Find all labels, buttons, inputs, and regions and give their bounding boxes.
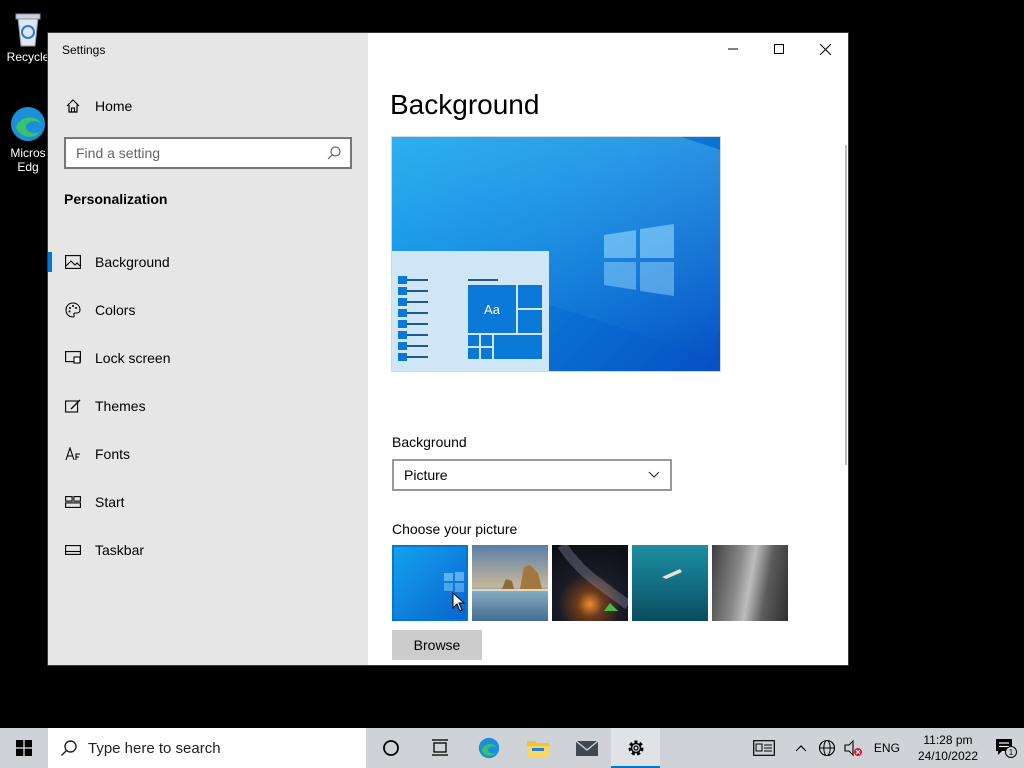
close-button[interactable]: [802, 33, 848, 65]
swimmer-image: [662, 569, 682, 579]
taskbar: Type here to search ENG 11:28 pm 24/10/2…: [0, 728, 1024, 768]
globe-icon: [818, 739, 835, 757]
minimize-icon: [728, 48, 738, 50]
notification-count: 1: [1009, 748, 1014, 757]
show-hidden-icons-button[interactable]: [789, 728, 813, 768]
start-icon: [64, 494, 82, 510]
sidebar-item-lock-screen[interactable]: Lock screen: [48, 334, 368, 382]
system-tray: ENG 11:28 pm 24/10/2022 1: [751, 728, 1024, 768]
search-icon: [61, 740, 77, 756]
home-icon: [65, 98, 81, 114]
dropdown-value: Picture: [404, 467, 448, 483]
taskbar-settings-button[interactable]: [611, 728, 660, 768]
rock-formation-image: [472, 565, 548, 591]
settings-search-input[interactable]: [66, 145, 326, 161]
sidebar-item-start[interactable]: Start: [48, 478, 368, 526]
volume-button[interactable]: [841, 728, 865, 768]
preview-tiles: Aa: [468, 285, 543, 371]
sidebar-item-home[interactable]: Home: [48, 91, 368, 121]
gear-icon: [628, 740, 643, 756]
sidebar-item-label: Home: [95, 98, 133, 114]
mail-icon: [575, 740, 598, 756]
action-center-button[interactable]: 1: [988, 728, 1024, 768]
folder-icon: [526, 741, 549, 757]
taskbar-file-explorer-button[interactable]: [513, 728, 562, 768]
sidebar-nav: Background Colors Lock screen Themes Fon…: [48, 238, 368, 574]
page-title: Background: [390, 89, 540, 120]
picture-thumbnail-underwater[interactable]: [632, 545, 708, 621]
preview-list: [398, 276, 428, 367]
windows-start-icon: [16, 740, 32, 756]
background-field-label: Background: [392, 434, 467, 450]
mouse-cursor-icon: [452, 592, 466, 612]
chevron-up-icon: [795, 745, 807, 752]
network-button[interactable]: [815, 728, 839, 768]
choose-picture-label: Choose your picture: [392, 521, 518, 537]
edge-icon: [8, 104, 48, 144]
lock-screen-icon: [64, 350, 82, 366]
picture-icon: [64, 254, 82, 270]
sidebar-item-label: Colors: [95, 302, 136, 318]
sidebar-item-taskbar[interactable]: Taskbar: [48, 526, 368, 574]
scrollbar[interactable]: [845, 145, 847, 465]
recycle-bin-icon: [8, 8, 48, 48]
clock-date: 24/10/2022: [917, 749, 978, 763]
background-type-dropdown[interactable]: Picture: [392, 459, 672, 491]
notification-icon: 1: [996, 739, 1017, 758]
sidebar-item-label: Background: [95, 254, 170, 270]
task-view-button[interactable]: [415, 728, 464, 768]
maximize-button[interactable]: [756, 33, 802, 65]
input-language-indicator[interactable]: ENG: [866, 741, 908, 755]
minimize-button[interactable]: [710, 33, 756, 65]
preview-window: Aa: [392, 251, 549, 371]
sidebar-item-colors[interactable]: Colors: [48, 286, 368, 334]
sidebar-item-fonts[interactable]: Fonts: [48, 430, 368, 478]
sidebar-item-label: Start: [95, 494, 125, 510]
clock-time: 11:28 pm: [923, 733, 973, 747]
task-view-icon: [431, 739, 448, 756]
palette-icon: [64, 302, 82, 318]
picture-thumbnail-night-sky[interactable]: [552, 545, 628, 621]
news-icon: [753, 740, 775, 756]
browse-button[interactable]: Browse: [392, 630, 482, 660]
taskbar-icon: [64, 542, 82, 558]
window-title: Settings: [62, 43, 106, 57]
background-preview: Aa: [392, 137, 720, 371]
sidebar-item-themes[interactable]: Themes: [48, 382, 368, 430]
chevron-down-icon: [648, 471, 660, 478]
search-icon[interactable]: [326, 145, 342, 161]
start-button[interactable]: [0, 728, 48, 768]
taskbar-search[interactable]: Type here to search: [48, 728, 366, 768]
sidebar-item-label: Fonts: [95, 446, 131, 462]
preview-tile-text: Aa: [468, 285, 516, 333]
news-widget-button[interactable]: [752, 728, 776, 768]
themes-icon: [64, 398, 82, 414]
preview-tiles-header: [468, 279, 498, 281]
cortana-circle-icon: [382, 740, 399, 756]
sidebar-item-label: Lock screen: [95, 350, 171, 366]
windows-logo-icon: [604, 224, 674, 296]
taskbar-search-placeholder: Type here to search: [88, 739, 221, 757]
settings-search: [64, 137, 352, 169]
picture-thumbnail-beach-rocks[interactable]: [472, 545, 548, 621]
sidebar-item-background[interactable]: Background: [48, 238, 368, 286]
settings-window: Settings Home Personalization Background: [48, 33, 848, 665]
clock[interactable]: 11:28 pm 24/10/2022: [908, 732, 988, 764]
night-sky-image: [557, 545, 628, 611]
sidebar: Settings Home Personalization Background: [48, 33, 368, 665]
edge-icon: [478, 737, 499, 759]
taskbar-mail-button[interactable]: [562, 728, 611, 768]
sidebar-item-label: Themes: [95, 398, 146, 414]
volume-muted-icon: [844, 739, 862, 757]
section-title: Personalization: [64, 191, 168, 207]
maximize-icon: [774, 44, 784, 54]
close-icon: [819, 43, 831, 55]
picture-thumbnail-cliff[interactable]: [712, 545, 788, 621]
taskbar-edge-button[interactable]: [464, 728, 513, 768]
sidebar-item-label: Taskbar: [95, 542, 145, 558]
fonts-icon: [64, 446, 82, 462]
cortana-button[interactable]: [366, 728, 415, 768]
